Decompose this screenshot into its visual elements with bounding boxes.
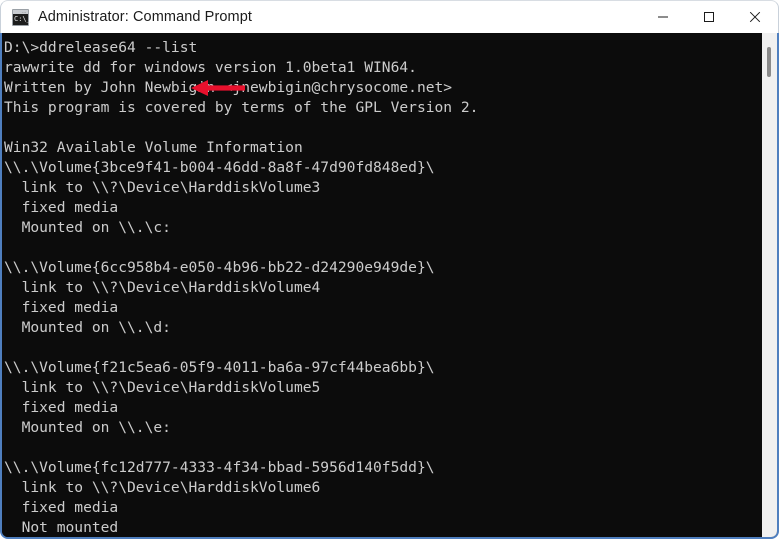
window-controls [640,1,778,34]
console-window-body: D:\>ddrelease64 --list rawwrite dd for wi… [0,33,779,539]
console-text: D:\>ddrelease64 --list rawwrite dd for wi… [2,33,762,537]
console-line: Mounted on \\.\e: [4,419,171,436]
command-prompt-icon: ··· C:\_ [12,8,31,26]
close-button[interactable] [732,1,778,34]
console-scrollbar[interactable] [762,33,777,537]
minimize-button[interactable] [640,1,686,34]
window-title: Administrator: Command Prompt [38,9,253,25]
maximize-button[interactable] [686,1,732,34]
close-icon [749,11,761,23]
console-line: fixed media [4,199,119,216]
console-line: Mounted on \\.\c: [4,219,171,236]
console-line: link to \\?\Device\HarddiskVolume3 [4,179,321,196]
console-line: \\.\Volume{3bce9f41-b004-46dd-8a8f-47d90… [4,159,435,176]
console-line: rawwrite dd for windows version 1.0beta1… [4,59,417,76]
minimize-icon [658,16,668,18]
console-line: link to \\?\Device\HarddiskVolume4 [4,279,321,296]
title-bar[interactable]: ··· C:\_ Administrator: Command Prompt [0,0,779,33]
console-line: Win32 Available Volume Information [4,139,303,156]
console-line: \\.\Volume{6cc958b4-e050-4b96-bb22-d2429… [4,259,435,276]
console-line: This program is covered by terms of the … [4,99,479,116]
console-line: fixed media [4,299,119,316]
console-line: fixed media [4,399,119,416]
console-line: fixed media [4,499,119,516]
console-line: D:\>ddrelease64 --list [4,39,198,56]
scrollbar-thumb[interactable] [767,47,771,77]
console-line: Written by John Newbigin <jnewbigin@chry… [4,79,453,96]
console-line: \\.\Volume{f21c5ea6-05f9-4011-ba6a-97cf4… [4,359,435,376]
icon-prompt-text: C:\_ [14,14,31,23]
console-line: link to \\?\Device\HarddiskVolume5 [4,379,321,396]
command-prompt-window: ··· C:\_ Administrator: Command Prompt D… [0,0,779,539]
maximize-icon [704,12,714,22]
console-line: Not mounted [4,519,119,536]
console-line: link to \\?\Device\HarddiskVolume6 [4,479,321,496]
console-line: Mounted on \\.\d: [4,319,171,336]
console-line: \\.\Volume{fc12d777-4333-4f34-bbad-5956d… [4,459,435,476]
console-output-area[interactable]: D:\>ddrelease64 --list rawwrite dd for wi… [2,33,762,537]
